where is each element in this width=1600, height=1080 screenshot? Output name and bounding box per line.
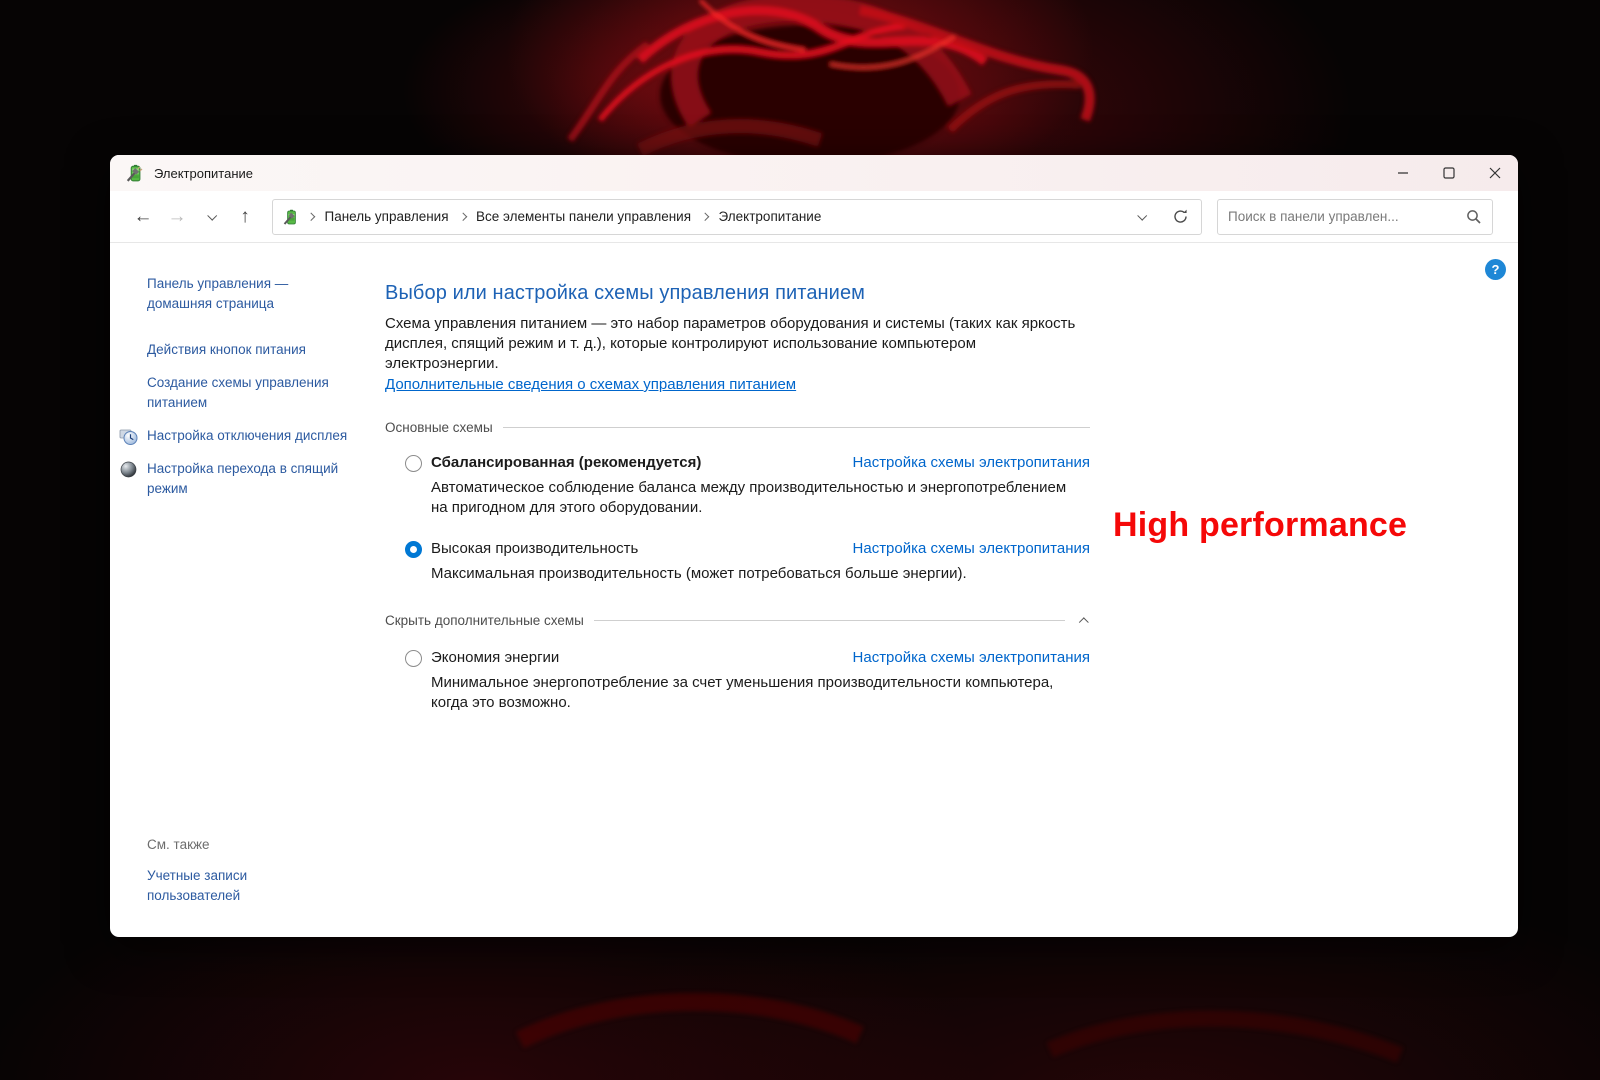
divider [502,427,1090,428]
power-options-window: Электропитание ← → ↑ Панель управления В… [110,155,1518,937]
see-also-section: См. также Учетные записи пользователей [147,837,297,906]
search-input[interactable] [1228,209,1466,224]
divider [593,620,1065,621]
more-info-link[interactable]: Дополнительные сведения о схемах управле… [385,376,796,393]
plan-radio[interactable] [405,650,422,667]
collapse-additional-plans-button[interactable] [1078,611,1090,630]
sidebar-item-create-plan[interactable]: Создание схемы управления питанием [147,373,352,413]
search-icon [1467,209,1481,224]
plan-radio[interactable] [405,455,422,472]
plan-settings-link[interactable]: Настройка схемы электропитания [853,454,1090,471]
page-description: Схема управления питанием — это набор па… [385,315,1076,372]
breadcrumb-power-options[interactable]: Электропитание [717,205,824,228]
breadcrumb-separator-icon [700,212,709,221]
maximize-button[interactable] [1426,155,1472,191]
plan-high-performance: Высокая производительность Настройка схе… [385,540,1090,584]
group-additional-plans: Скрыть дополнительные схемы [385,611,1090,630]
plan-description: Автоматическое соблюдение баланса между … [431,479,1067,516]
sleep-icon [119,460,138,479]
chevron-up-icon [1078,617,1089,628]
sidebar-item-sleep-settings[interactable]: Настройка перехода в спящий режим [120,459,352,499]
group-label: Скрыть дополнительные схемы [385,613,584,628]
power-battery-icon [126,164,144,182]
minimize-button[interactable] [1380,155,1426,191]
sidebar-item-control-panel-home[interactable]: Панель управления — домашняя страница [147,274,352,314]
sidebar-item-display-off[interactable]: Настройка отключения дисплея [119,426,352,446]
forward-button[interactable]: → [160,200,194,234]
help-button[interactable]: ? [1485,259,1506,280]
sidebar-item-label: Настройка отключения дисплея [147,428,348,443]
up-button[interactable]: ↑ [228,200,262,234]
refresh-button[interactable] [1165,202,1195,232]
display-clock-icon [119,427,138,446]
page-title: Выбор или настройка схемы управления пит… [385,282,866,304]
address-dropdown-button[interactable] [1126,202,1156,232]
breadcrumb-all-items[interactable]: Все элементы панели управления [474,205,693,228]
see-also-heading: См. также [147,837,210,852]
chevron-down-icon [206,210,217,221]
see-also-user-accounts-link[interactable]: Учетные записи пользователей [147,866,297,906]
sidebar-item-power-buttons[interactable]: Действия кнопок питания [147,340,352,360]
window-title: Электропитание [154,165,253,181]
plan-name[interactable]: Экономия энергии [431,649,853,666]
history-dropdown-button[interactable] [194,200,228,234]
power-battery-icon-small [283,209,299,225]
plan-description: Минимальное энергопотребление за счет ум… [431,674,1054,711]
refresh-icon [1173,209,1187,223]
plan-balanced: Сбалансированная (рекомендуется) Настрой… [385,454,1090,518]
title-bar[interactable]: Электропитание [110,155,1518,191]
search-box[interactable] [1217,198,1493,235]
breadcrumb-separator-icon [306,212,315,221]
close-button[interactable] [1472,155,1518,191]
chevron-down-icon [1136,210,1147,221]
sidebar-item-label: Настройка перехода в спящий режим [147,461,339,496]
plan-description: Максимальная производительность (может п… [431,565,967,582]
navigation-bar: ← → ↑ Панель управления Все элементы пан… [110,191,1518,243]
group-main-plans: Основные схемы [385,420,1090,435]
address-bar[interactable]: Панель управления Все элементы панели уп… [272,198,1202,235]
plan-radio[interactable] [405,541,422,558]
plan-settings-link[interactable]: Настройка схемы электропитания [853,649,1090,666]
breadcrumb-separator-icon [458,212,467,221]
plan-name[interactable]: Высокая производительность [431,540,853,557]
main-content: Выбор или настройка схемы управления пит… [385,282,1090,735]
plan-name[interactable]: Сбалансированная (рекомендуется) [431,454,853,471]
back-button[interactable]: ← [126,200,160,234]
plan-power-saver: Экономия энергии Настройка схемы электро… [385,649,1090,713]
group-label: Основные схемы [385,420,493,435]
plan-settings-link[interactable]: Настройка схемы электропитания [853,540,1090,557]
high-performance-annotation: High performance [1113,506,1408,544]
sidebar: Панель управления — домашняя страница Де… [110,274,362,512]
breadcrumb-control-panel[interactable]: Панель управления [323,205,451,228]
